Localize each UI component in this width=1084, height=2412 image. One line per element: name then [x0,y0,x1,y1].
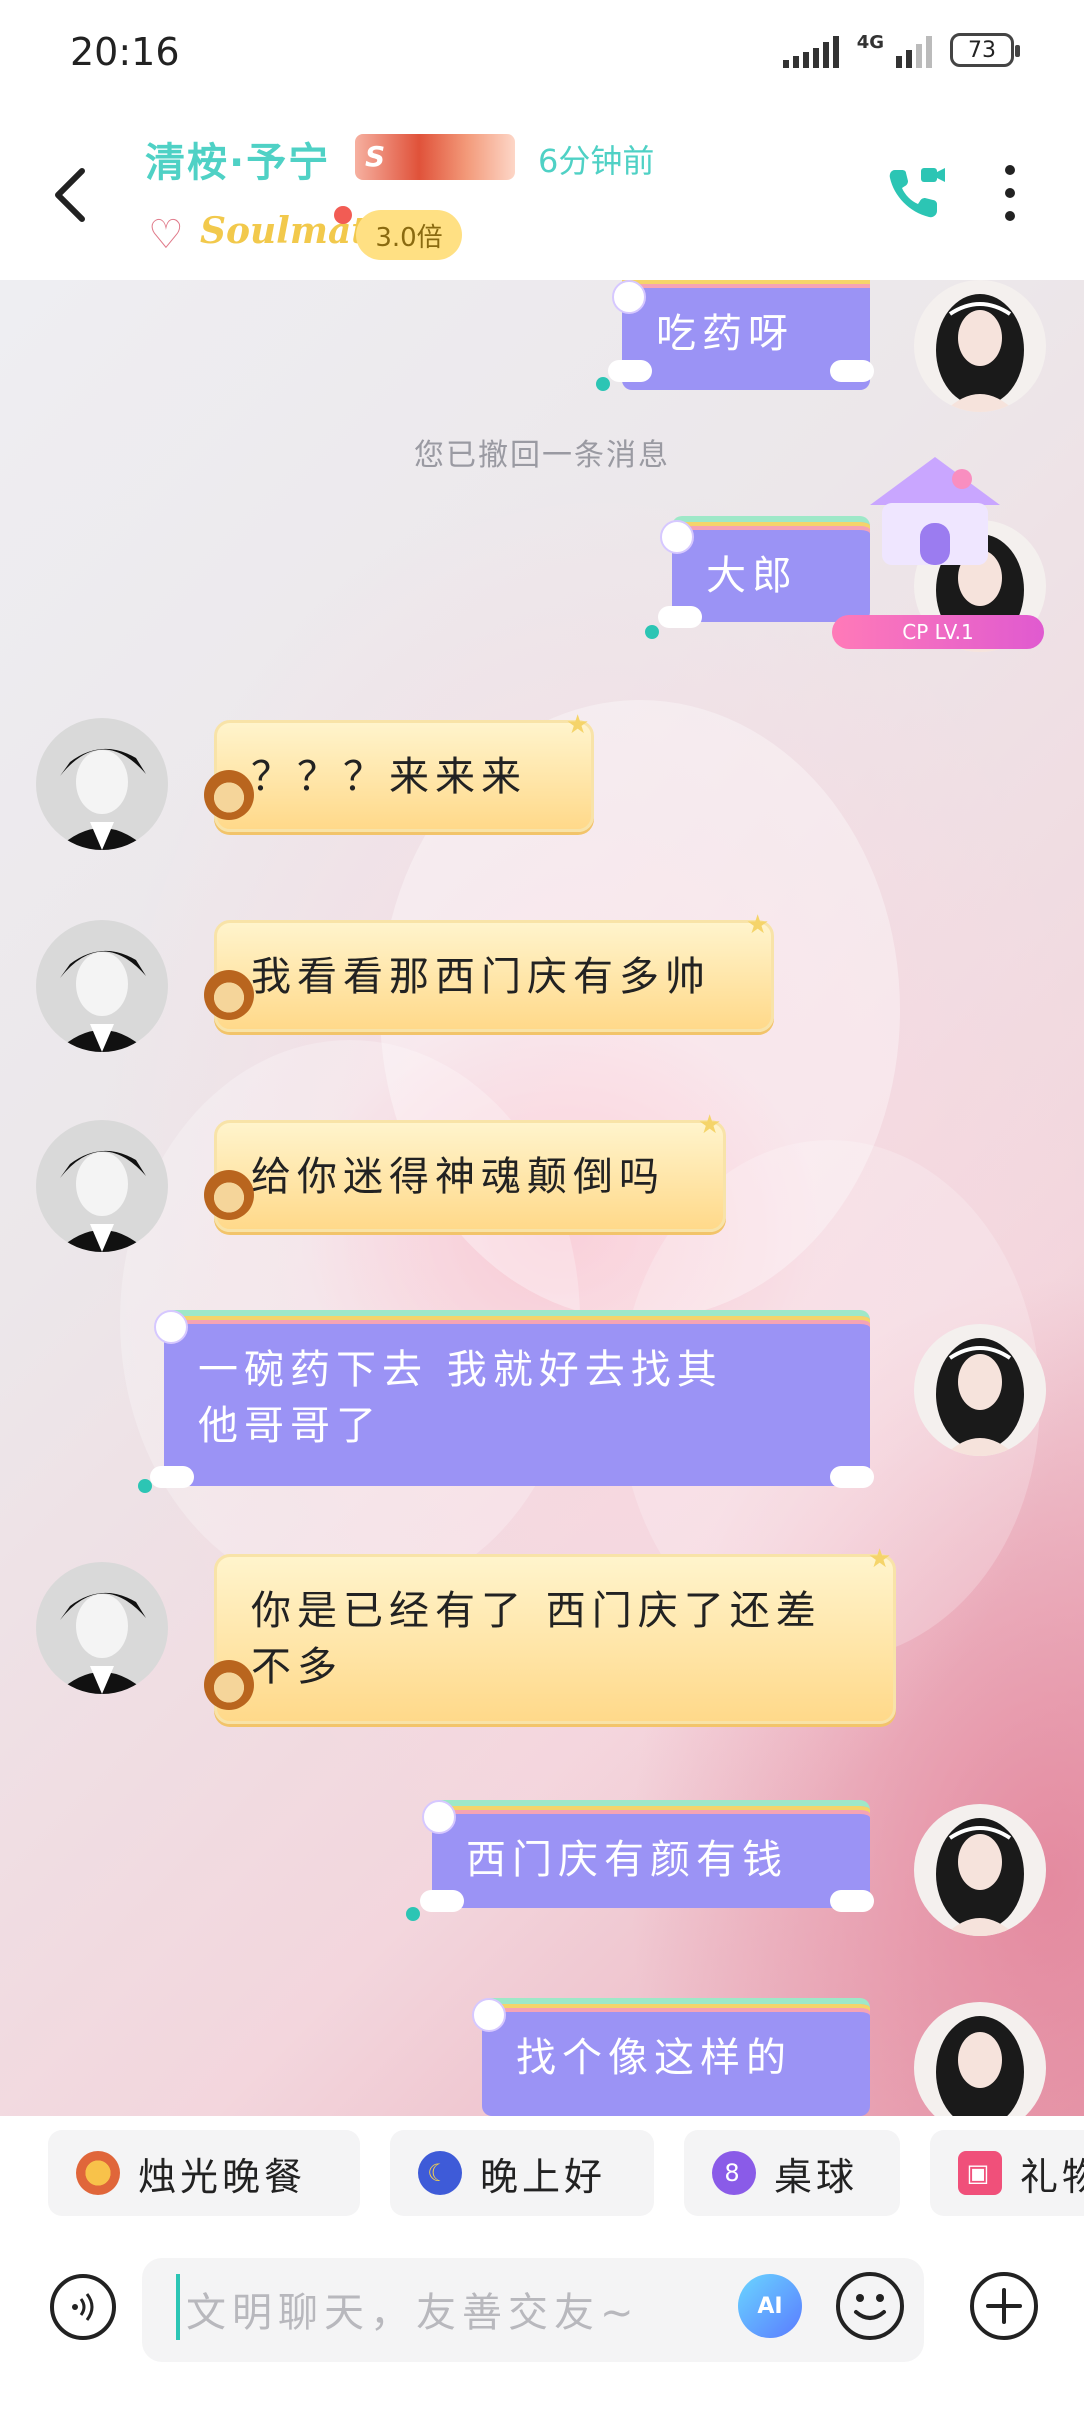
input-placeholder: 文明聊天，友善交友~ [186,2290,640,2336]
signal-2-icon [896,32,932,68]
monkey-king-icon [204,1170,254,1220]
message-bubble-out[interactable]: 一碗药下去 我就好去找其 他哥哥了 [164,1310,870,1486]
cloud-icon [830,360,874,382]
chip-label: 晚上好 [480,2154,607,2199]
message-bubble-in[interactable]: 我看看那西门庆有多帅 [214,920,774,1032]
heart-icon: ♡ [148,212,184,258]
message-text-line: 他哥哥了 [198,1403,382,1449]
chat-header: 清桉·予宁 6分钟前 ♡ Soulmate 3.0倍 [0,110,1084,280]
sparkle-icon: ★ [566,710,590,740]
message-text: 找个像这样的 [516,2035,792,2081]
unicorn-icon [612,280,646,314]
message-bubble-in[interactable]: 你是已经有了 西门庆了还差 不多 [214,1554,896,1724]
unread-dot [596,377,610,391]
message-bubble-in[interactable]: ？？？来来来 [214,720,594,832]
my-avatar[interactable] [914,1804,1046,1936]
chip-label: 礼物 [1020,2154,1084,2199]
cloud-icon [830,1466,874,1488]
my-avatar[interactable] [914,280,1046,412]
message-text: ？？？来来来 [251,754,527,800]
last-seen: 6分钟前 [538,142,655,180]
unread-dot [138,1479,152,1493]
emoji-icon[interactable] [836,2272,904,2340]
moon-icon: ☾ [418,2151,462,2195]
chip-label: 桌球 [774,2154,859,2199]
chat-area[interactable]: 吃药呀 您已撤回一条消息 大郎 CP LV.1 ？？？来来来 ★ 我看看那西门庆… [0,280,1084,2116]
chip-candle-dinner[interactable]: 烛光晚餐 [48,2130,360,2216]
cloud-icon [830,1890,874,1912]
sparkle-icon: ★ [746,910,770,940]
battery-level: 73 [968,37,996,63]
contact-avatar[interactable] [36,1120,168,1252]
unicorn-icon [422,1800,456,1834]
input-bar: 文明聊天，友善交友~ AI [0,2236,1084,2412]
monkey-king-icon [204,1660,254,1710]
contact-avatar[interactable] [36,1562,168,1694]
chip-good-evening[interactable]: ☾ 晚上好 [390,2130,654,2216]
network-type: 4G [856,32,884,53]
status-time: 20:16 [70,30,180,74]
unread-dot [645,625,659,639]
cloud-icon [150,1466,194,1488]
contact-avatar[interactable] [36,920,168,1052]
message-text: 西门庆有颜有钱 [466,1837,788,1883]
chip-billiards[interactable]: 8 桌球 [684,2130,900,2216]
candle-dinner-icon [76,2151,120,2195]
vip-badge-icon [355,134,515,180]
cloud-icon [658,606,702,628]
add-attachment-icon[interactable] [970,2272,1038,2340]
cp-level-badge[interactable]: CP LV.1 [832,615,1044,649]
voice-input-icon[interactable] [50,2274,116,2340]
sparkle-icon: ★ [868,1544,892,1574]
multiplier-badge[interactable]: 3.0倍 [356,210,462,260]
message-text: 给你迷得神魂颠倒吗 [251,1154,665,1200]
chip-label: 烛光晚餐 [138,2154,307,2199]
cp-house-icon[interactable] [860,445,1010,575]
notification-dot [334,206,352,224]
chip-gift[interactable]: ▣ 礼物 [930,2130,1084,2216]
contact-avatar[interactable] [36,718,168,850]
message-text: 大郎 [706,553,798,599]
sparkle-icon: ★ [698,1110,722,1140]
ai-label: AI [757,2293,783,2319]
my-avatar[interactable] [914,1324,1046,1456]
unicorn-icon [154,1310,188,1344]
video-call-icon[interactable] [885,162,945,222]
gift-icon: ▣ [958,2151,1002,2195]
status-bar: 20:16 4G 73 [0,0,1084,110]
message-text-line: 一碗药下去 我就好去找其 [198,1347,723,1393]
message-bubble-in[interactable]: 给你迷得神魂颠倒吗 [214,1120,726,1232]
signal-icon [782,32,839,68]
status-icons: 4G 73 [782,32,1020,68]
back-arrow-icon[interactable] [50,165,90,225]
unicorn-icon [472,1998,506,2032]
message-bubble-out[interactable]: 找个像这样的 [482,1998,870,2116]
billiard-ball-icon: 8 [712,2151,756,2195]
cloud-icon [608,360,652,382]
unread-dot [406,1907,420,1921]
message-text-line: 你是已经有了 西门庆了还差 [251,1588,822,1634]
monkey-king-icon [204,970,254,1020]
unicorn-icon [660,520,694,554]
message-text-line: 不多 [251,1644,343,1690]
message-text: 吃药呀 [656,311,794,357]
message-bubble-out[interactable]: 大郎 [672,516,870,622]
battery-icon: 73 [950,33,1020,67]
ai-assistant-icon[interactable]: AI [738,2274,802,2338]
my-avatar[interactable] [914,2002,1046,2116]
cloud-icon [420,1890,464,1912]
monkey-king-icon [204,770,254,820]
message-text: 我看看那西门庆有多帅 [251,954,711,1000]
more-options-icon[interactable] [1000,165,1020,221]
message-bubble-out[interactable]: 西门庆有颜有钱 [432,1800,870,1908]
contact-name[interactable]: 清桉·予宁 [145,130,330,188]
text-caret [176,2274,180,2340]
quick-reply-bar: 烛光晚餐 ☾ 晚上好 8 桌球 ▣ 礼物 [0,2116,1084,2236]
